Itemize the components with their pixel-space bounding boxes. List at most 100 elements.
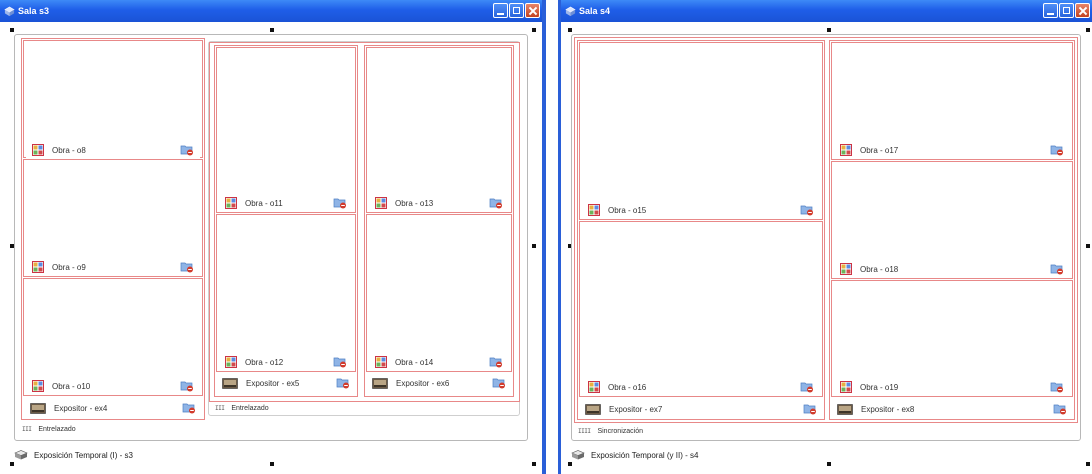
- room-3d-icon: [571, 450, 585, 460]
- resize-handle[interactable]: [827, 462, 831, 466]
- exhibition-footer[interactable]: Exposición Temporal (y II) - s4: [571, 450, 698, 460]
- folder-remove-icon[interactable]: [803, 402, 817, 415]
- expositor-row[interactable]: Expositor - ex4: [24, 399, 202, 417]
- inner-columns[interactable]: Obra - o11 Obra - o12 Expositor - ex5 Ob…: [209, 42, 520, 402]
- artwork-row[interactable]: Obra - o8: [26, 141, 200, 159]
- artwork-row[interactable]: Obra - o9: [26, 258, 200, 276]
- folder-remove-icon[interactable]: [180, 260, 194, 273]
- artwork-row[interactable]: Obra - o19: [834, 378, 1070, 396]
- artwork-slot[interactable]: Obra - o16: [579, 221, 823, 397]
- resize-handle[interactable]: [827, 28, 831, 32]
- artwork-slot[interactable]: Obra - o15: [579, 42, 823, 220]
- exhibition-label: Exposición Temporal (I) - s3: [34, 450, 133, 460]
- folder-remove-icon[interactable]: [1050, 262, 1064, 275]
- folder-remove-icon[interactable]: [489, 355, 503, 368]
- layout-label[interactable]: III Entrelazado: [22, 426, 76, 433]
- close-button[interactable]: [1075, 3, 1090, 18]
- resize-handle[interactable]: [270, 28, 274, 32]
- artwork-row[interactable]: Obra - o17: [834, 141, 1070, 159]
- artwork-slot[interactable]: Obra - o18: [831, 161, 1073, 279]
- room-container[interactable]: Obra - o15 Obra - o16 Expositor - ex7 Ob…: [571, 34, 1081, 441]
- artwork-row[interactable]: Obra - o14: [369, 353, 509, 371]
- artwork-row[interactable]: Obra - o12: [219, 353, 353, 371]
- exhibition-footer[interactable]: Exposición Temporal (I) - s3: [14, 450, 133, 460]
- titlebar[interactable]: Sala s3: [0, 0, 542, 22]
- artwork-slot[interactable]: Obra - o12: [216, 214, 356, 372]
- resize-handle[interactable]: [1086, 28, 1090, 32]
- right-column[interactable]: Obra - o17 Obra - o18 Obra - o19 Exposit…: [829, 40, 1075, 420]
- left-column[interactable]: Obra - o8 Obra - o9 Obra - o10 Expositor…: [21, 38, 205, 420]
- artwork-slot[interactable]: Obra - o13: [366, 47, 512, 213]
- artwork-slot[interactable]: Obra - o10: [23, 278, 203, 396]
- resize-handle[interactable]: [568, 28, 572, 32]
- resize-handle[interactable]: [532, 462, 536, 466]
- folder-remove-icon[interactable]: [1050, 143, 1064, 156]
- layout-label[interactable]: III Entrelazado: [215, 405, 269, 412]
- artwork-row[interactable]: Obra - o13: [369, 194, 509, 212]
- minimize-button[interactable]: [493, 3, 508, 18]
- folder-remove-icon[interactable]: [800, 203, 814, 216]
- minimize-icon: [497, 7, 504, 15]
- window-sala-s4[interactable]: Sala s4 Obra - o15 Obra - o16 Expositor …: [558, 0, 1092, 474]
- window-sala-s3[interactable]: Sala s3 Obra - o8 Obra - o9 Obra - o10 E…: [0, 0, 546, 474]
- expositor-row[interactable]: Expositor - ex6: [366, 374, 512, 392]
- exhibition-label: Exposición Temporal (y II) - s4: [591, 450, 699, 460]
- layout-sync-icon: IIII: [578, 428, 591, 435]
- resize-handle[interactable]: [270, 462, 274, 466]
- folder-remove-icon[interactable]: [1050, 380, 1064, 393]
- folder-remove-icon[interactable]: [800, 380, 814, 393]
- layout-name: Entrelazado: [38, 426, 76, 433]
- room-container[interactable]: Obra - o8 Obra - o9 Obra - o10 Expositor…: [14, 34, 528, 441]
- close-button[interactable]: [525, 3, 540, 18]
- artwork-row[interactable]: Obra - o18: [834, 260, 1070, 278]
- artwork-slot[interactable]: Obra - o9: [23, 159, 203, 277]
- room-3d-icon: [14, 450, 28, 460]
- folder-remove-icon[interactable]: [1053, 402, 1067, 415]
- window-client: Obra - o15 Obra - o16 Expositor - ex7 Ob…: [561, 22, 1092, 474]
- expositor-row[interactable]: Expositor - ex5: [216, 374, 356, 392]
- folder-remove-icon[interactable]: [336, 376, 350, 389]
- artwork-grid-icon: [840, 381, 852, 393]
- artwork-label: Obra - o15: [608, 205, 647, 215]
- layout-label[interactable]: IIII Sincronización: [578, 428, 643, 435]
- column-a[interactable]: Obra - o11 Obra - o12 Expositor - ex5: [214, 45, 358, 397]
- folder-remove-icon[interactable]: [182, 401, 196, 414]
- folder-remove-icon[interactable]: [489, 196, 503, 209]
- folder-remove-icon[interactable]: [180, 143, 194, 156]
- columns-container[interactable]: Obra - o15 Obra - o16 Expositor - ex7 Ob…: [574, 37, 1078, 423]
- column-b[interactable]: Obra - o13 Obra - o14 Expositor - ex6: [364, 45, 514, 397]
- artwork-row[interactable]: Obra - o11: [219, 194, 353, 212]
- artwork-slot[interactable]: Obra - o8: [23, 40, 203, 159]
- left-column[interactable]: Obra - o15 Obra - o16 Expositor - ex7: [577, 40, 825, 420]
- resize-handle[interactable]: [10, 462, 14, 466]
- resize-handle[interactable]: [1086, 244, 1090, 248]
- resize-handle[interactable]: [1086, 462, 1090, 466]
- layout-name: Entrelazado: [231, 405, 269, 412]
- inner-container[interactable]: Obra - o11 Obra - o12 Expositor - ex5 Ob…: [208, 41, 520, 416]
- folder-remove-icon[interactable]: [180, 379, 194, 392]
- maximize-button[interactable]: [1059, 3, 1074, 18]
- folder-remove-icon[interactable]: [333, 355, 347, 368]
- titlebar[interactable]: Sala s4: [561, 0, 1092, 22]
- artwork-row[interactable]: Obra - o10: [26, 377, 200, 395]
- artwork-slot[interactable]: Obra - o17: [831, 42, 1073, 160]
- expositor-picture-icon: [30, 402, 46, 414]
- resize-handle[interactable]: [532, 28, 536, 32]
- artwork-slot[interactable]: Obra - o11: [216, 47, 356, 213]
- resize-handle[interactable]: [568, 462, 572, 466]
- expositor-row[interactable]: Expositor - ex8: [831, 400, 1073, 418]
- minimize-icon: [1047, 7, 1054, 15]
- artwork-grid-icon: [32, 380, 44, 392]
- artwork-row[interactable]: Obra - o15: [582, 201, 820, 219]
- maximize-button[interactable]: [509, 3, 524, 18]
- artwork-label: Obra - o8: [52, 145, 86, 155]
- artwork-slot[interactable]: Obra - o19: [831, 280, 1073, 397]
- folder-remove-icon[interactable]: [492, 376, 506, 389]
- artwork-slot[interactable]: Obra - o14: [366, 214, 512, 372]
- expositor-row[interactable]: Expositor - ex7: [579, 400, 823, 418]
- resize-handle[interactable]: [532, 244, 536, 248]
- minimize-button[interactable]: [1043, 3, 1058, 18]
- folder-remove-icon[interactable]: [333, 196, 347, 209]
- artwork-row[interactable]: Obra - o16: [582, 378, 820, 396]
- resize-handle[interactable]: [10, 28, 14, 32]
